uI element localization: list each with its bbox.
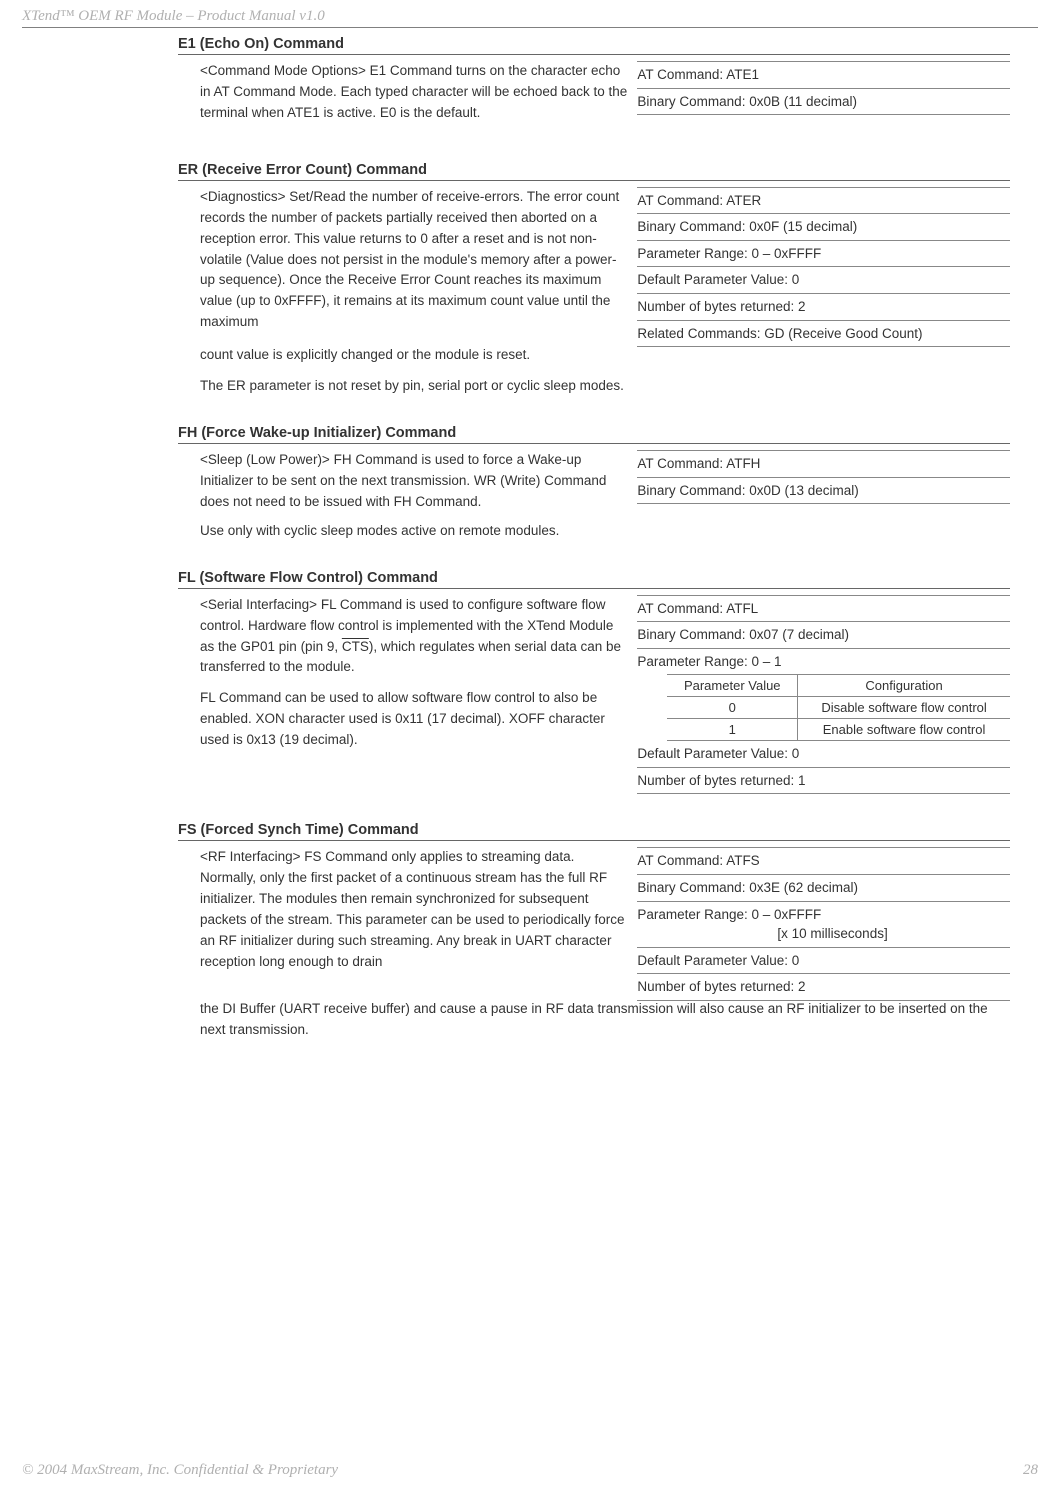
section-title-fh: FH (Force Wake-up Initializer) Command bbox=[178, 425, 1010, 444]
footer-page-number: 28 bbox=[1023, 1462, 1038, 1479]
table-header: Parameter Value bbox=[667, 675, 797, 697]
section-title-fl: FL (Software Flow Control) Command bbox=[178, 570, 1010, 589]
table-cell: 0 bbox=[667, 697, 797, 719]
section-fs: FS (Forced Synch Time) Command <RF Inter… bbox=[178, 822, 1010, 1040]
trail-fh: Use only with cyclic sleep modes active … bbox=[178, 521, 1010, 542]
page-footer: © 2004 MaxStream, Inc. Confidential & Pr… bbox=[22, 1462, 1038, 1479]
info-row: Binary Command: 0x0B (11 decimal) bbox=[637, 89, 1010, 116]
page-content: E1 (Echo On) Command <Command Mode Optio… bbox=[178, 36, 1010, 1069]
section-title-fs: FS (Forced Synch Time) Command bbox=[178, 822, 1010, 841]
table-cell: Disable software flow control bbox=[798, 697, 1010, 719]
desc-fh: <Sleep (Low Power)> FH Command is used t… bbox=[200, 450, 629, 523]
info-row: Default Parameter Value: 0 bbox=[637, 948, 1010, 975]
info-row: Number of bytes returned: 2 bbox=[637, 294, 1010, 321]
infobox-fl: AT Command: ATFL Binary Command: 0x07 (7… bbox=[637, 595, 1010, 795]
info-row: AT Command: ATFL bbox=[637, 595, 1010, 623]
section-title-er: ER (Receive Error Count) Command bbox=[178, 162, 1010, 181]
desc-e1: <Command Mode Options> E1 Command turns … bbox=[200, 61, 629, 134]
info-row: Default Parameter Value: 0 bbox=[637, 741, 1010, 768]
info-row: Binary Command: 0x0F (15 decimal) bbox=[637, 214, 1010, 241]
section-fl: FL (Software Flow Control) Command <Seri… bbox=[178, 570, 1010, 795]
info-row: AT Command: ATER bbox=[637, 187, 1010, 215]
info-row: Parameter Range: 0 – 0xFFFF bbox=[637, 241, 1010, 268]
info-row: Number of bytes returned: 1 bbox=[637, 768, 1010, 795]
trail-fs: the DI Buffer (UART receive buffer) and … bbox=[178, 999, 1010, 1041]
section-er: ER (Receive Error Count) Command <Diagno… bbox=[178, 162, 1010, 397]
desc-fl: <Serial Interfacing> FL Command is used … bbox=[200, 595, 629, 761]
section-e1: E1 (Echo On) Command <Command Mode Optio… bbox=[178, 36, 1010, 134]
cts-overline: CTS bbox=[342, 639, 369, 654]
info-row: Binary Command: 0x3E (62 decimal) bbox=[637, 875, 1010, 902]
desc-fs: <RF Interfacing> FS Command only applies… bbox=[200, 847, 629, 983]
table-cell: 1 bbox=[667, 719, 797, 741]
info-row: AT Command: ATE1 bbox=[637, 61, 1010, 89]
table-cell: Enable software flow control bbox=[798, 719, 1010, 741]
footer-left: © 2004 MaxStream, Inc. Confidential & Pr… bbox=[22, 1462, 338, 1479]
section-fh: FH (Force Wake-up Initializer) Command <… bbox=[178, 425, 1010, 542]
page-header: XTend™ OEM RF Module – Product Manual v1… bbox=[22, 8, 1038, 28]
info-row: Parameter Range: 0 – 1 bbox=[637, 649, 1010, 675]
desc-er: <Diagnostics> Set/Read the number of rec… bbox=[200, 187, 629, 343]
info-row: Default Parameter Value: 0 bbox=[637, 267, 1010, 294]
info-row: Binary Command: 0x07 (7 decimal) bbox=[637, 622, 1010, 649]
info-row: Number of bytes returned: 2 bbox=[637, 974, 1010, 1001]
infobox-e1: AT Command: ATE1 Binary Command: 0x0B (1… bbox=[637, 61, 1010, 115]
fl-param-table: Parameter Value Configuration 0 Disable … bbox=[667, 674, 1010, 741]
infobox-fs: AT Command: ATFS Binary Command: 0x3E (6… bbox=[637, 847, 1010, 1000]
info-row: Parameter Range: 0 – 0xFFFF [x 10 millis… bbox=[637, 902, 1010, 948]
infobox-fh: AT Command: ATFH Binary Command: 0x0D (1… bbox=[637, 450, 1010, 504]
trail-er: count value is explicitly changed or the… bbox=[178, 345, 1010, 397]
info-row: Related Commands: GD (Receive Good Count… bbox=[637, 321, 1010, 348]
section-title-e1: E1 (Echo On) Command bbox=[178, 36, 1010, 55]
infobox-er: AT Command: ATER Binary Command: 0x0F (1… bbox=[637, 187, 1010, 347]
table-header: Configuration bbox=[798, 675, 1010, 697]
info-row: AT Command: ATFS bbox=[637, 847, 1010, 875]
info-row: Binary Command: 0x0D (13 decimal) bbox=[637, 478, 1010, 505]
info-row: AT Command: ATFH bbox=[637, 450, 1010, 478]
